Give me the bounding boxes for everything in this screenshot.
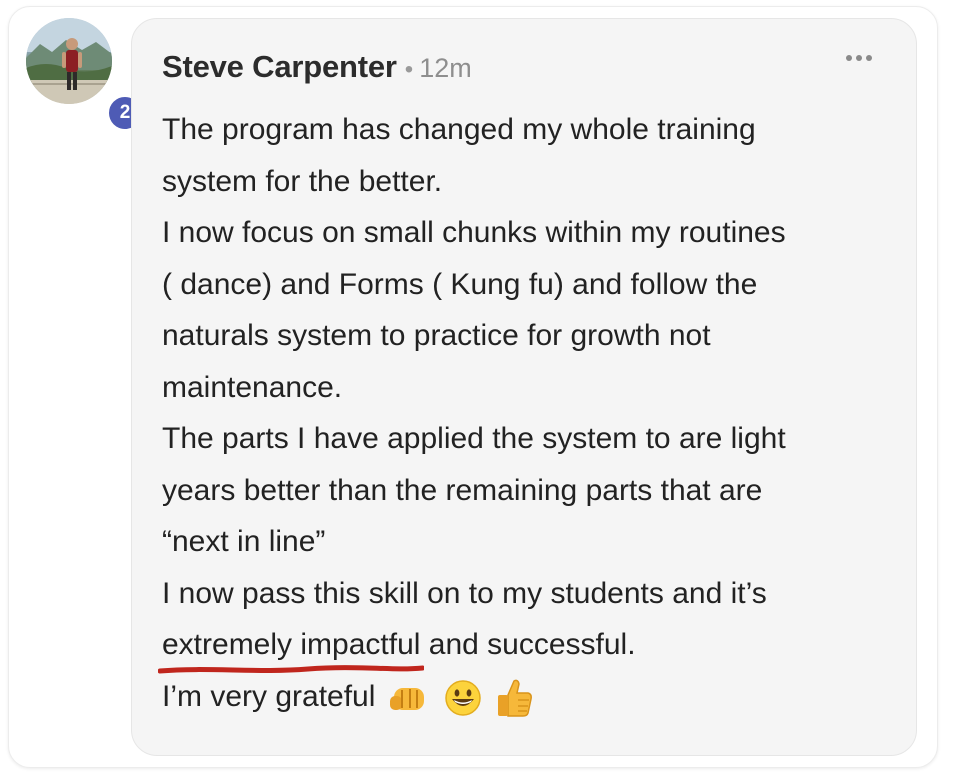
comment-header: Steve Carpenter • 12m: [162, 49, 472, 85]
comment-line: maintenance.: [162, 370, 343, 404]
grinning-face-emoji-icon: [445, 679, 481, 716]
highlighted-phrase: extremely impactful: [158, 619, 425, 673]
fist-bump-emoji-icon: [389, 687, 424, 710]
after-highlight-text: and successful.: [420, 628, 636, 661]
comment-line: I now focus on small chunks within my ro…: [162, 216, 786, 249]
comment-body: The program has changed my whole trainin…: [158, 104, 902, 723]
avatar-photo: [26, 18, 112, 104]
dot-1: [846, 55, 852, 61]
comment-line-highlight: extremely impactful and successful.: [158, 619, 902, 673]
thumbs-up-emoji-icon: [498, 679, 533, 717]
comment-line: I now pass this skill on to my students …: [162, 576, 767, 610]
comment-line: “next in line”: [162, 525, 326, 558]
dot-3: [866, 55, 872, 61]
comment-line: naturals system to practice for growth n…: [162, 319, 711, 352]
red-underline-mark: [158, 664, 425, 673]
author-name[interactable]: Steve Carpenter: [162, 49, 397, 85]
more-options-icon[interactable]: [846, 55, 872, 61]
timestamp[interactable]: 12m: [419, 53, 472, 84]
comment-line: The parts I have applied the system to a…: [162, 422, 786, 455]
avatar[interactable]: [26, 18, 112, 104]
dot-2: [856, 55, 862, 61]
avatar-container[interactable]: 2: [26, 18, 144, 132]
comment-line: ( dance) and Forms ( Kung fu) and follow…: [162, 267, 758, 301]
comment-line: The program has changed my whole trainin…: [162, 113, 756, 146]
highlight-text: extremely impactful: [162, 628, 421, 661]
separator-dot: •: [404, 56, 414, 83]
comment-line: system for the better.: [162, 164, 443, 198]
last-line-text: I’m very grateful: [162, 679, 376, 713]
comment-bubble: Steve Carpenter • 12m The program has ch…: [131, 18, 917, 756]
comment-line-last: I’m very grateful: [162, 671, 902, 723]
comment-line: years better than the remaining parts th…: [162, 473, 763, 507]
